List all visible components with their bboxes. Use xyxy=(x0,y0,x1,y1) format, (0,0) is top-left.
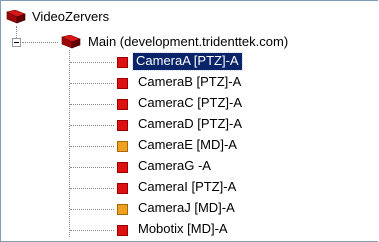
camera-node-label[interactable]: CameraI [PTZ]-A xyxy=(135,179,239,196)
camera-node-label[interactable]: CameraJ [MD]-A xyxy=(135,200,238,217)
tree-connector xyxy=(70,125,114,126)
tree-connector xyxy=(70,146,114,147)
camera-red-icon xyxy=(117,162,128,173)
server-node-label[interactable]: Main (development.tridenttek.com) xyxy=(85,34,291,51)
camera-red-icon xyxy=(117,99,128,110)
server-group-icon xyxy=(6,10,26,24)
camera-red-icon xyxy=(117,183,128,194)
camera-node-label[interactable]: CameraB [PTZ]-A xyxy=(135,74,244,91)
collapse-toggle[interactable] xyxy=(12,38,21,47)
tree-connector xyxy=(22,42,58,43)
camera-orange-icon xyxy=(117,204,128,215)
tree-connector xyxy=(70,167,114,168)
tree-connector xyxy=(70,188,114,189)
camera-node-label[interactable]: CameraD [PTZ]-A xyxy=(135,116,245,133)
camera-node-label[interactable]: CameraE [MD]-A xyxy=(135,137,240,154)
tree-root-label[interactable]: VideoZervers xyxy=(29,9,112,26)
tree-connector xyxy=(70,230,114,231)
server-icon xyxy=(61,35,81,49)
camera-tree-view[interactable]: VideoZervers Main (development.tridentte… xyxy=(0,0,378,242)
camera-red-icon xyxy=(117,78,128,89)
tree-connector xyxy=(70,104,114,105)
camera-node-label[interactable]: CameraG -A xyxy=(135,158,214,175)
camera-node-label[interactable]: CameraA [PTZ]-A xyxy=(132,52,243,71)
camera-orange-icon xyxy=(117,141,128,152)
tree-connector xyxy=(70,209,114,210)
tree-connector xyxy=(16,26,17,38)
camera-node-label[interactable]: Mobotix [MD]-A xyxy=(135,221,231,238)
camera-red-icon xyxy=(117,225,128,236)
camera-red-icon xyxy=(117,57,128,68)
tree-connector xyxy=(70,62,114,63)
camera-red-icon xyxy=(117,120,128,131)
tree-connector xyxy=(70,83,114,84)
camera-node-label[interactable]: CameraC [PTZ]-A xyxy=(135,95,245,112)
